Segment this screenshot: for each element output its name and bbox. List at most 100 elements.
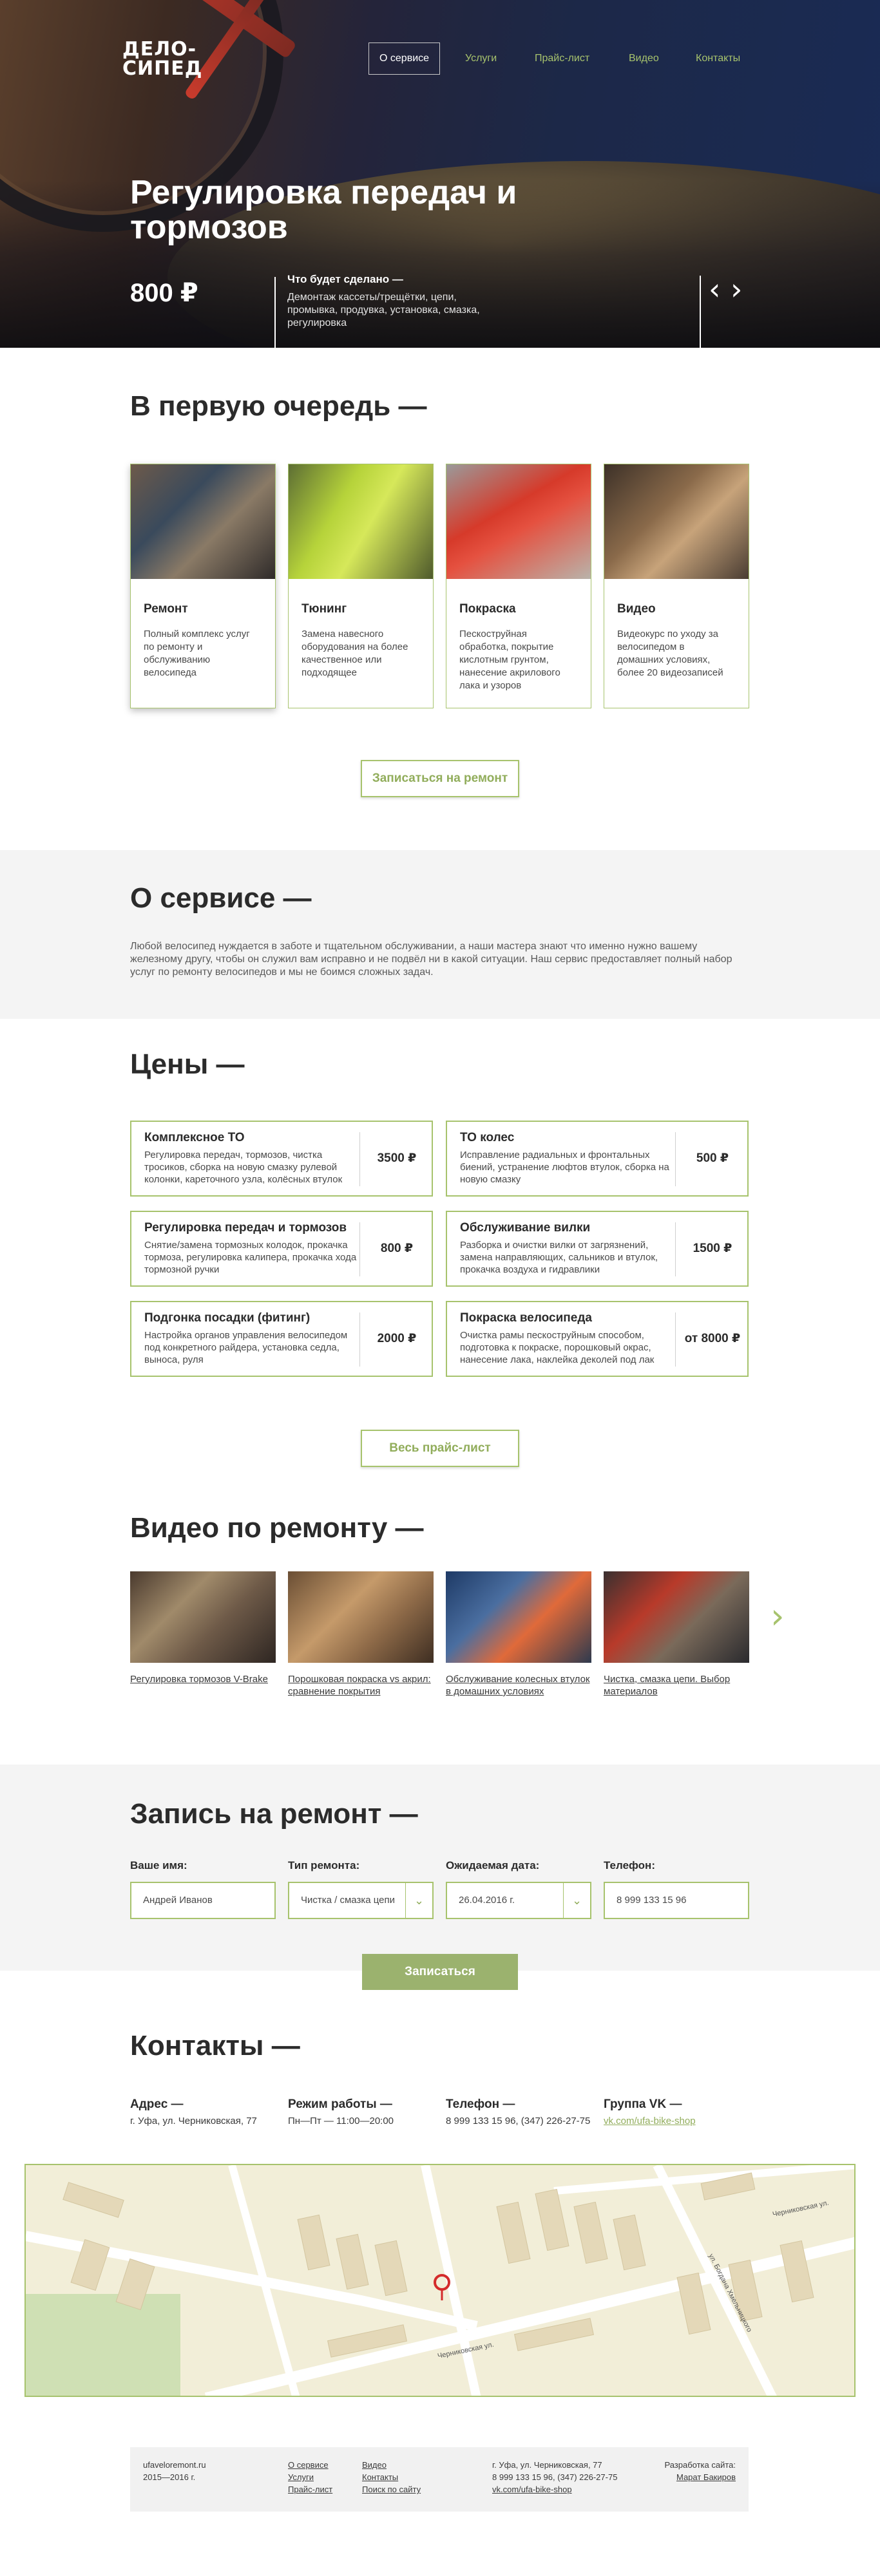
full-pricelist-button[interactable]: Весь прайс-лист [361, 1430, 519, 1467]
price-card: Комплексное ТО Регулировка передач, торм… [130, 1121, 433, 1197]
footer-site: ufaveloremont.ru [143, 2460, 206, 2470]
footer-link-services[interactable]: Услуги [288, 2471, 332, 2483]
hero-title: Регулировка передач и тормозов [130, 174, 517, 246]
repair-photo [131, 464, 275, 579]
date-value: 26.04.2016 г. [459, 1895, 515, 1906]
nav-item-services[interactable]: Услуги [465, 43, 497, 75]
card-title: Покраска [459, 602, 516, 616]
hours-value: Пн—Пт — 11:00—20:00 [288, 2116, 394, 2126]
price-title: Подгонка посадки (фитинг) [144, 1311, 311, 1325]
price-separator [675, 1312, 676, 1367]
price-title: ТО колес [460, 1131, 515, 1144]
chevron-right-icon[interactable]: › [731, 272, 742, 307]
price-card: Подгонка посадки (фитинг) Настройка орга… [130, 1301, 433, 1377]
price-value: 1500 ₽ [693, 1242, 732, 1255]
section-heading-contacts: Контакты — [130, 2030, 300, 2061]
price-title: Регулировка передач и тормозов [144, 1221, 347, 1235]
nav-item-contacts[interactable]: Контакты [696, 43, 740, 75]
section-heading-video: Видео по ремонту — [130, 1512, 424, 1544]
chevron-right-icon[interactable]: › [770, 1596, 785, 1636]
nav-item-about[interactable]: О сервисе [368, 43, 441, 75]
card-title: Видео [617, 602, 656, 616]
price-title: Обслуживание вилки [460, 1221, 591, 1235]
address-value: г. Уфа, ул. Черниковская, 77 [130, 2116, 257, 2126]
address-label: Адрес — [130, 2098, 184, 2111]
video-caption[interactable]: Порошковая покраска vs акрил: сравнение … [288, 1673, 434, 1698]
footer-link-video[interactable]: Видео [362, 2459, 421, 2471]
price-desc: Очистка рамы пескоструйным способом, под… [460, 1330, 655, 1365]
repair-type-label: Тип ремонта: [288, 1859, 360, 1871]
street-road [421, 2165, 481, 2396]
price-card: ТО колес Исправление радиальных и фронта… [446, 1121, 749, 1197]
video-item[interactable]: Регулировка тормозов V-Brake [130, 1571, 276, 1685]
footer: ufaveloremont.ru 2015—2016 г. О сервисе … [130, 2447, 749, 2512]
hours-label: Режим работы — [288, 2098, 392, 2111]
footer-link-about[interactable]: О сервисе [288, 2459, 332, 2471]
footer-link-contacts[interactable]: Контакты [362, 2471, 421, 2483]
video-caption[interactable]: Чистка, смазка цепи. Выбор материалов [604, 1673, 749, 1698]
signup-repair-button[interactable]: Записаться на ремонт [361, 760, 519, 797]
hero-divider [274, 277, 276, 348]
card-title: Ремонт [144, 602, 188, 616]
video-item[interactable]: Чистка, смазка цепи. Выбор материалов [604, 1571, 749, 1698]
repair-type-select[interactable]: Чистка / смазка цепи ⌄ [288, 1882, 434, 1919]
section-heading-first: В первую очередь — [130, 390, 427, 422]
price-desc: Разборка и очистки вилки от загрязнений,… [460, 1240, 658, 1275]
price-title: Комплексное ТО [144, 1131, 245, 1144]
phone-contact-label: Телефон — [446, 2098, 515, 2111]
video-caption[interactable]: Обслуживание колесных втулок в домашних … [446, 1673, 591, 1698]
service-card-tuning[interactable]: Тюнинг Замена навесного оборудования на … [288, 464, 434, 708]
map-pin-icon[interactable] [434, 2274, 450, 2300]
name-input[interactable]: Андрей Иванов [130, 1882, 276, 1919]
video-thumbnail [446, 1571, 591, 1663]
price-title: Покраска велосипеда [460, 1311, 592, 1325]
price-desc: Снятие/замена тормозных колодок, прокачк… [144, 1240, 357, 1275]
nav-item-pricelist[interactable]: Прайс-лист [535, 43, 589, 75]
service-card-repair[interactable]: Ремонт Полный комплекс услуг по ремонту … [130, 464, 276, 708]
chevron-down-icon[interactable]: ⌄ [563, 1883, 590, 1918]
card-title: Тюнинг [301, 602, 347, 616]
service-card-video[interactable]: Видео Видеокурс по уходу за велосипедом … [604, 464, 749, 708]
nav-item-video[interactable]: Видео [629, 43, 659, 75]
chevron-left-icon[interactable]: ‹ [709, 272, 720, 307]
park-area [26, 2294, 180, 2396]
phone-input[interactable]: 8 999 133 15 96 [604, 1882, 749, 1919]
footer-link-search[interactable]: Поиск по сайту [362, 2483, 421, 2496]
logo-line-1: ДЕЛО- [122, 38, 197, 61]
site-logo[interactable]: ДЕЛО- СИПЕД [122, 40, 202, 79]
map-canvas[interactable]: Черниковская ул. ул. Богдана Хмельницког… [26, 2165, 856, 2397]
footer-vk-link[interactable]: vk.com/ufa-bike-shop [492, 2483, 617, 2496]
footer-phones: 8 999 133 15 96, (347) 226-27-75 [492, 2472, 618, 2482]
map[interactable]: Черниковская ул. ул. Богдана Хмельницког… [24, 2164, 856, 2397]
chevron-down-icon[interactable]: ⌄ [405, 1883, 432, 1918]
video-item[interactable]: Обслуживание колесных втулок в домашних … [446, 1571, 591, 1698]
video-thumbnail [288, 1571, 434, 1663]
card-text: Полный комплекс услуг по ремонту и обслу… [144, 629, 250, 678]
hero-done-text: Демонтаж кассеты/трещётки, цепи, промывк… [287, 292, 480, 328]
hero-slider-controls: ‹ › [700, 272, 751, 348]
date-select[interactable]: 26.04.2016 г. ⌄ [446, 1882, 591, 1919]
section-heading-booking: Запись на ремонт — [130, 1798, 418, 1830]
price-separator [359, 1312, 360, 1367]
card-text: Замена навесного оборудования на более к… [301, 629, 408, 678]
footer-col-site: ufaveloremont.ru 2015—2016 г. [143, 2459, 206, 2483]
video-item[interactable]: Порошковая покраска vs акрил: сравнение … [288, 1571, 434, 1698]
price-separator [675, 1222, 676, 1276]
footer-link-pricelist[interactable]: Прайс-лист [288, 2483, 332, 2496]
submit-booking-button[interactable]: Записаться [362, 1954, 518, 1990]
service-card-paint[interactable]: Покраска Пескоструйная обработка, покрыт… [446, 464, 591, 708]
price-value: 3500 ₽ [377, 1151, 417, 1165]
phone-contact-value: 8 999 133 15 96, (347) 226-27-75 [446, 2116, 591, 2126]
footer-col-contacts: г. Уфа, ул. Черниковская, 77 8 999 133 1… [492, 2459, 617, 2496]
footer-address: г. Уфа, ул. Черниковская, 77 [492, 2460, 602, 2470]
price-separator [359, 1222, 360, 1276]
video-caption[interactable]: Регулировка тормозов V-Brake [130, 1673, 276, 1685]
section-heading-about: О сервисе — [130, 882, 312, 914]
footer-dev-name[interactable]: Марат Бакиров [664, 2471, 736, 2483]
about-text: Любой велосипед нуждается в заботе и тща… [130, 941, 732, 978]
hero-price: 800 ₽ [130, 279, 198, 307]
logo-line-2: СИПЕД [122, 57, 203, 80]
vk-link[interactable]: vk.com/ufa-bike-shop [604, 2116, 696, 2126]
video-thumbnail [130, 1571, 276, 1663]
vk-label: Группа VK — [604, 2098, 682, 2111]
